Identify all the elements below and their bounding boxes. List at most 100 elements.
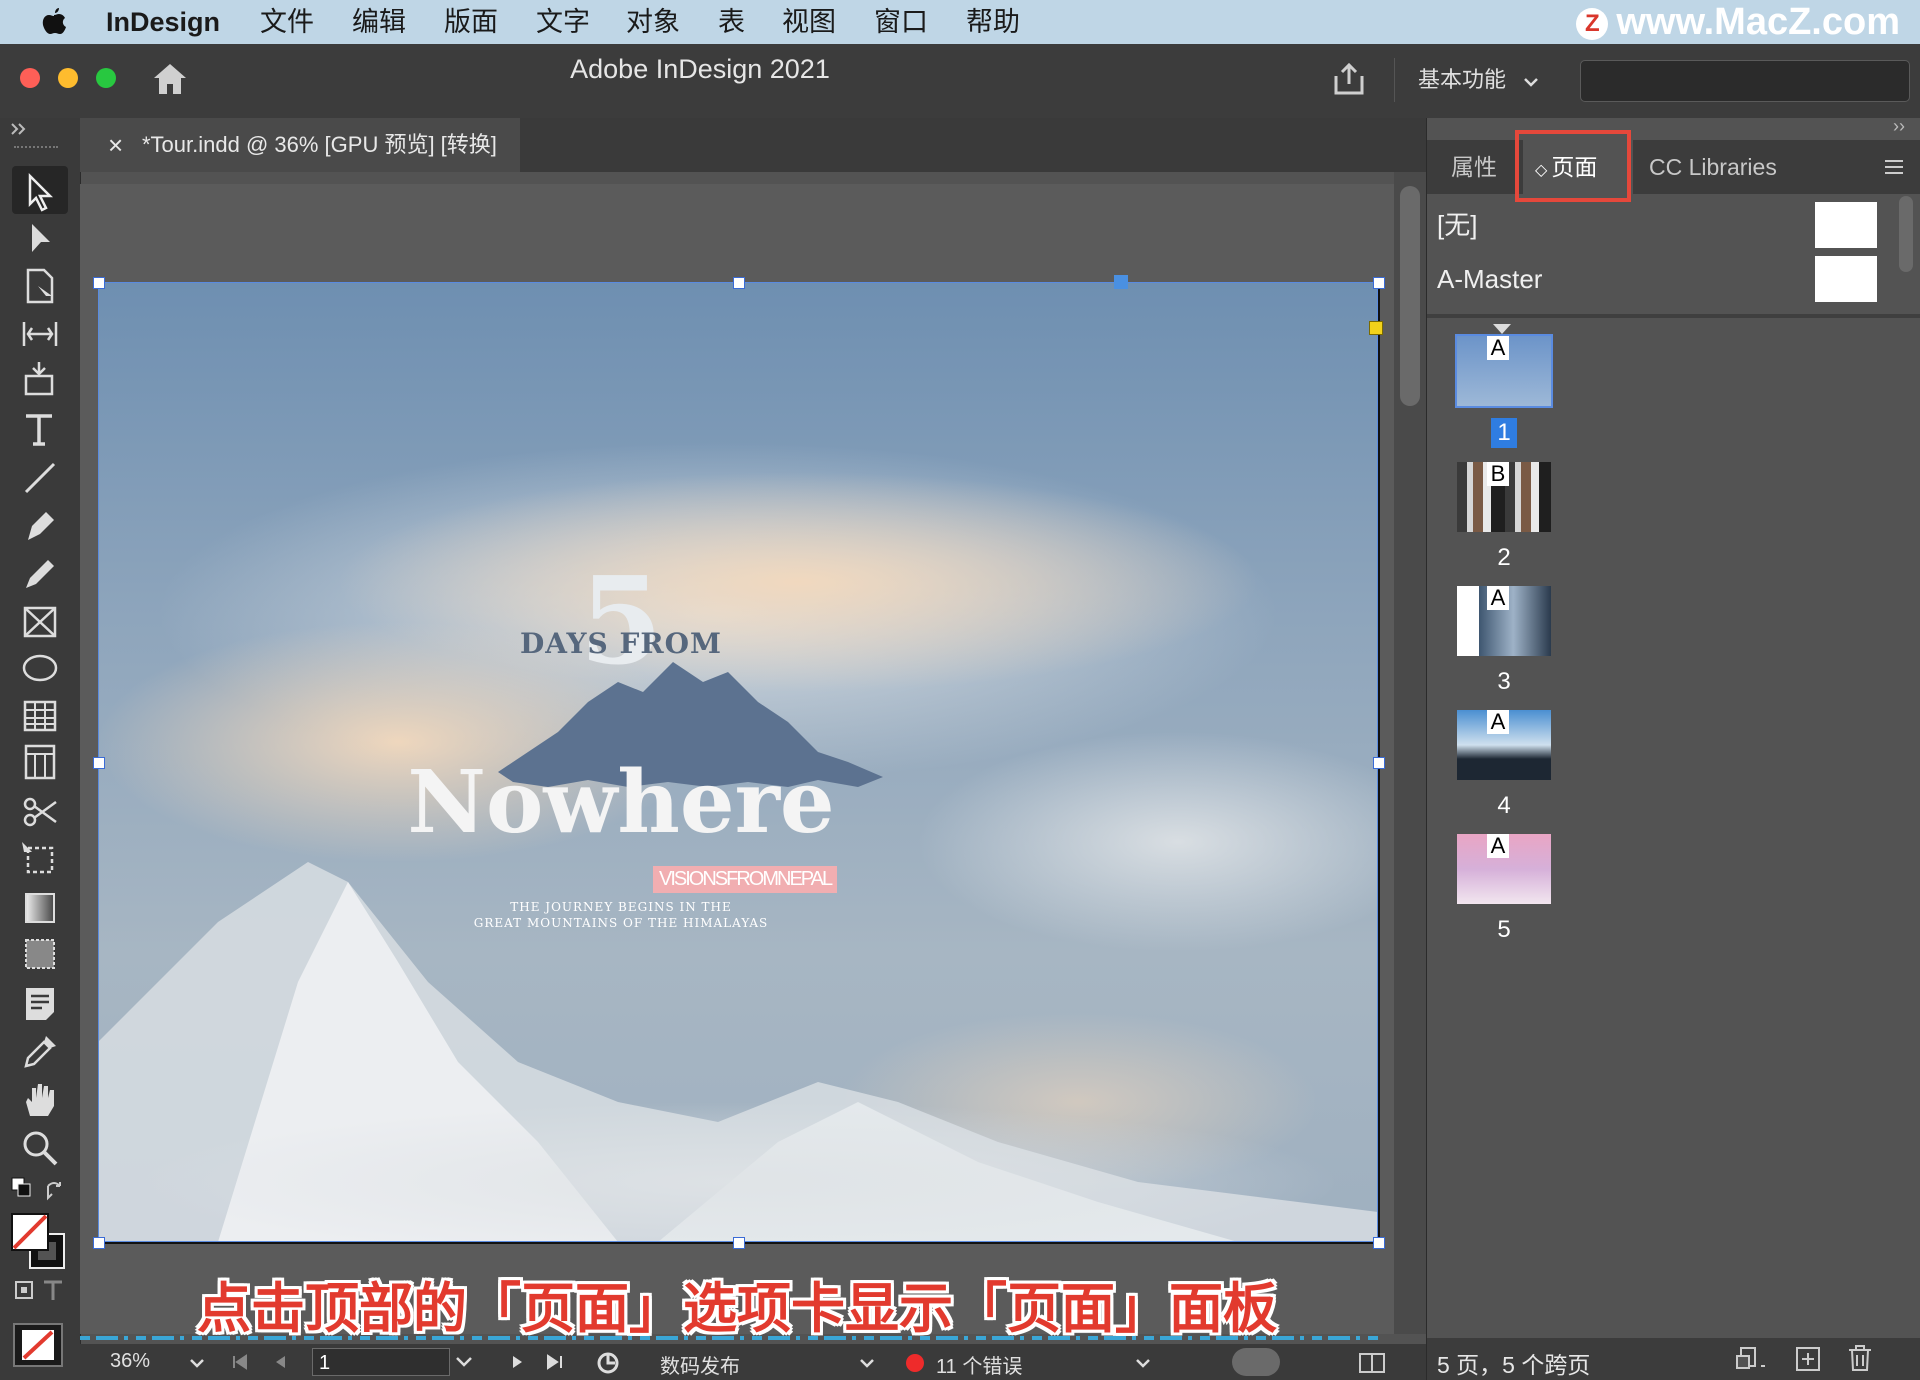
edit-page-size-icon[interactable] (1735, 1346, 1769, 1372)
delete-page-icon[interactable] (1847, 1344, 1873, 1372)
tab-properties[interactable]: 属性 (1451, 140, 1497, 194)
errors-chevron-icon[interactable] (1136, 1358, 1150, 1368)
gradient-swatch-tool-icon[interactable] (20, 888, 60, 928)
panel-collapse-icon[interactable]: ›› (1893, 116, 1905, 137)
pencil-tool-icon[interactable] (20, 554, 60, 594)
horizontal-scroll-thumb[interactable] (1232, 1348, 1280, 1376)
collapse-arrows-icon[interactable] (10, 122, 30, 136)
page-thumbnail-3[interactable]: A 3 (1457, 586, 1551, 696)
selection-frame[interactable] (98, 282, 1378, 1242)
resize-handle-bottom-right[interactable] (1373, 1237, 1385, 1249)
menu-type[interactable]: 文字 (536, 0, 590, 44)
fill-stroke-swatch-icon[interactable] (10, 1212, 70, 1274)
zoom-level[interactable]: 36% (110, 1350, 150, 1373)
selection-tool-icon[interactable] (20, 172, 60, 212)
share-icon[interactable] (1332, 62, 1366, 96)
preflight-profile-icon[interactable] (596, 1350, 622, 1376)
type-tool-icon[interactable] (20, 410, 60, 450)
table-tool-icon[interactable] (20, 696, 60, 736)
zoom-tool-icon[interactable] (20, 1128, 60, 1168)
pages-tab-highlight (1515, 130, 1631, 202)
master-name: [无] (1437, 210, 1478, 240)
search-input[interactable] (1580, 60, 1910, 102)
menu-window[interactable]: 窗口 (874, 0, 928, 44)
menu-file[interactable]: 文件 (260, 0, 314, 44)
status-bar: 36% 1 数码发布 11 个错误 (80, 1336, 1426, 1380)
menu-table[interactable]: 表 (718, 0, 745, 44)
resize-handle-top[interactable] (733, 277, 745, 289)
resize-handle-right[interactable] (1373, 757, 1385, 769)
tab-cc-libraries[interactable]: CC Libraries (1649, 140, 1777, 194)
hand-tool-icon[interactable] (20, 1080, 60, 1120)
scissors-tool-icon[interactable] (20, 792, 60, 832)
preflight-errors[interactable]: 11 个错误 (936, 1350, 1022, 1379)
first-page-icon[interactable] (232, 1354, 248, 1370)
scrollbar-thumb[interactable] (1400, 186, 1420, 406)
vertical-scrollbar[interactable] (1394, 172, 1426, 1334)
zoom-chevron-icon[interactable] (190, 1358, 204, 1368)
line-tool-icon[interactable] (20, 458, 60, 498)
split-layout-icon[interactable] (1358, 1352, 1386, 1374)
corner-options-handle[interactable] (1369, 321, 1383, 335)
page-thumbnail-4[interactable]: A 4 (1457, 710, 1551, 820)
preflight-profile-chevron-icon[interactable] (860, 1358, 874, 1368)
masters-pages-divider[interactable] (1427, 314, 1920, 318)
eyedropper-tool-icon[interactable] (20, 1032, 60, 1072)
page-thumbnail-1[interactable]: A 1 (1455, 334, 1553, 456)
tools-panel (0, 118, 81, 1380)
gap-tool-icon[interactable] (20, 314, 60, 354)
gradient-feather-tool-icon[interactable] (20, 934, 60, 974)
master-name: A-Master (1437, 264, 1543, 294)
page-number: 5 (1497, 916, 1511, 943)
resize-handle-bottom[interactable] (733, 1237, 745, 1249)
default-fill-stroke-icon[interactable] (10, 1176, 70, 1206)
menu-help[interactable]: 帮助 (966, 0, 1020, 44)
ellipse-tool-icon[interactable] (20, 648, 60, 688)
menu-view[interactable]: 视图 (782, 0, 836, 44)
preflight-profile-label[interactable]: 数码发布 (660, 1350, 740, 1379)
next-page-icon[interactable] (512, 1354, 524, 1370)
master-item-none[interactable]: [无] (1427, 198, 1897, 252)
dotted-ruler-strip (80, 1336, 1380, 1340)
resize-handle-top-left[interactable] (93, 277, 105, 289)
grid-tool-icon[interactable] (20, 742, 60, 782)
free-transform-tool-icon[interactable] (20, 840, 60, 880)
page-number-field[interactable]: 1 (312, 1348, 450, 1376)
masters-scroll-thumb[interactable] (1899, 196, 1913, 272)
menu-app-name[interactable]: InDesign (106, 0, 220, 44)
content-collector-icon[interactable] (20, 360, 60, 400)
resize-handle-left[interactable] (93, 757, 105, 769)
page-thumbnail-2[interactable]: B 2 (1457, 462, 1551, 572)
workspace-switcher[interactable]: 基本功能 (1418, 62, 1539, 94)
apply-none-icon[interactable] (12, 1322, 64, 1368)
close-tab-icon[interactable]: × (108, 118, 123, 172)
last-page-icon[interactable] (546, 1354, 564, 1370)
new-page-icon[interactable] (1795, 1346, 1821, 1372)
menu-layout[interactable]: 版面 (444, 0, 498, 44)
page-number: 2 (1497, 544, 1511, 571)
resize-handle-top-right[interactable] (1373, 277, 1385, 289)
page-menu-chevron-icon[interactable] (456, 1356, 472, 1368)
master-prefix: A (1487, 336, 1509, 360)
page-tool-icon[interactable] (20, 266, 60, 306)
panel-menu-icon[interactable] (1883, 158, 1905, 176)
rectangle-frame-tool-icon[interactable] (20, 602, 60, 642)
menu-object[interactable]: 对象 (626, 0, 680, 44)
apple-logo-icon[interactable] (40, 6, 68, 36)
panel-tab-bar: 属性 ◇ 页面 CC Libraries (1427, 140, 1920, 194)
document-tab[interactable]: × *Tour.indd @ 36% [GPU 预览] [转换] (80, 118, 520, 172)
direct-selection-tool-icon[interactable] (20, 220, 60, 260)
pen-tool-icon[interactable] (20, 506, 60, 546)
page-thumbnail-5[interactable]: A 5 (1457, 834, 1551, 944)
chevron-down-icon (1524, 78, 1539, 87)
master-item-a-master[interactable]: A-Master (1427, 252, 1897, 306)
formatting-container-text-icon[interactable] (14, 1278, 70, 1304)
note-tool-icon[interactable] (20, 984, 60, 1024)
previous-page-icon[interactable] (274, 1354, 286, 1370)
master-prefix: A (1487, 710, 1509, 734)
resize-handle-bottom-left[interactable] (93, 1237, 105, 1249)
grip-handle[interactable] (14, 146, 58, 154)
menu-bar: InDesign 文件 编辑 版面 文字 对象 表 视图 窗口 帮助 Zwww.… (0, 0, 1920, 44)
content-grabber[interactable] (1114, 275, 1128, 289)
menu-edit[interactable]: 编辑 (352, 0, 406, 44)
